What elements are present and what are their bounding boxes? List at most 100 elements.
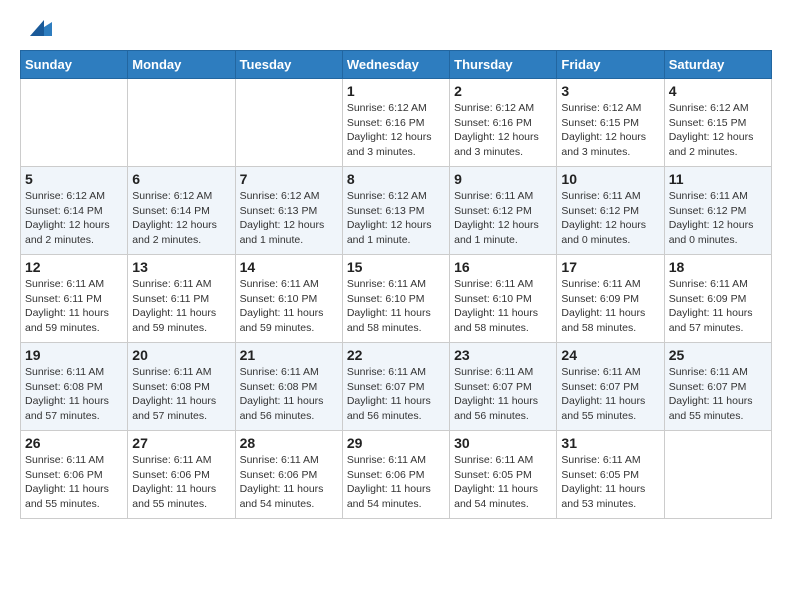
calendar-cell: 18 Sunrise: 6:11 AM Sunset: 6:09 PM Dayli… <box>664 255 771 343</box>
calendar-cell: 7 Sunrise: 6:12 AM Sunset: 6:13 PM Daylig… <box>235 167 342 255</box>
calendar-cell: 4Sunrise: 6:12 AM Sunset: 6:15 PM Daylig… <box>664 79 771 167</box>
calendar-table: SundayMondayTuesdayWednesdayThursdayFrid… <box>20 50 772 519</box>
day-info: Sunrise: 6:11 AM Sunset: 6:12 PM Dayligh… <box>561 189 659 248</box>
calendar-cell: 29Sunrise: 6:11 AM Sunset: 6:06 PM Dayli… <box>342 431 449 519</box>
calendar-cell: 30 Sunrise: 6:11 AM Sunset: 6:05 PM Dayli… <box>450 431 557 519</box>
page: SundayMondayTuesdayWednesdayThursdayFrid… <box>0 0 792 612</box>
day-number: 26 <box>25 435 123 451</box>
calendar-cell: 11 Sunrise: 6:11 AM Sunset: 6:12 PM Dayli… <box>664 167 771 255</box>
day-number: 5 <box>25 171 123 187</box>
day-info: Sunrise: 6:11 AM Sunset: 6:11 PM Dayligh… <box>132 277 230 336</box>
day-info: Sunrise: 6:11 AM Sunset: 6:07 PM Dayligh… <box>347 365 445 424</box>
weekday-header-friday: Friday <box>557 51 664 79</box>
day-info: Sunrise: 6:11 AM Sunset: 6:08 PM Dayligh… <box>132 365 230 424</box>
day-number: 16 <box>454 259 552 275</box>
day-number: 18 <box>669 259 767 275</box>
day-number: 22 <box>347 347 445 363</box>
week-row-5: 26 Sunrise: 6:11 AM Sunset: 6:06 PM Dayli… <box>21 431 772 519</box>
day-info: Sunrise: 6:11 AM Sunset: 6:08 PM Dayligh… <box>240 365 338 424</box>
day-number: 2 <box>454 83 552 99</box>
calendar-cell: 15 Sunrise: 6:11 AM Sunset: 6:10 PM Dayli… <box>342 255 449 343</box>
day-info: Sunrise: 6:11 AM Sunset: 6:06 PM Dayligh… <box>347 453 445 512</box>
calendar-cell: 31 Sunrise: 6:11 AM Sunset: 6:05 PM Dayli… <box>557 431 664 519</box>
weekday-header-tuesday: Tuesday <box>235 51 342 79</box>
day-number: 4 <box>669 83 767 99</box>
day-info: Sunrise: 6:12 AM Sunset: 6:13 PM Dayligh… <box>347 189 445 248</box>
day-info: Sunrise: 6:12 AM Sunset: 6:14 PM Dayligh… <box>25 189 123 248</box>
day-info: Sunrise: 6:11 AM Sunset: 6:10 PM Dayligh… <box>347 277 445 336</box>
day-info: Sunrise: 6:12 AM Sunset: 6:15 PM Dayligh… <box>561 101 659 160</box>
calendar-cell: 23 Sunrise: 6:11 AM Sunset: 6:07 PM Dayli… <box>450 343 557 431</box>
day-number: 7 <box>240 171 338 187</box>
calendar-cell: 28 Sunrise: 6:11 AM Sunset: 6:06 PM Dayli… <box>235 431 342 519</box>
week-row-4: 19 Sunrise: 6:11 AM Sunset: 6:08 PM Dayli… <box>21 343 772 431</box>
calendar-cell: 8 Sunrise: 6:12 AM Sunset: 6:13 PM Daylig… <box>342 167 449 255</box>
calendar-cell: 24 Sunrise: 6:11 AM Sunset: 6:07 PM Dayli… <box>557 343 664 431</box>
day-number: 23 <box>454 347 552 363</box>
day-info: Sunrise: 6:11 AM Sunset: 6:07 PM Dayligh… <box>454 365 552 424</box>
calendar-cell: 17 Sunrise: 6:11 AM Sunset: 6:09 PM Dayli… <box>557 255 664 343</box>
weekday-header-row: SundayMondayTuesdayWednesdayThursdayFrid… <box>21 51 772 79</box>
calendar-cell <box>664 431 771 519</box>
calendar-cell: 9 Sunrise: 6:11 AM Sunset: 6:12 PM Daylig… <box>450 167 557 255</box>
day-info: Sunrise: 6:12 AM Sunset: 6:13 PM Dayligh… <box>240 189 338 248</box>
week-row-2: 5 Sunrise: 6:12 AM Sunset: 6:14 PM Daylig… <box>21 167 772 255</box>
calendar-cell: 27 Sunrise: 6:11 AM Sunset: 6:06 PM Dayli… <box>128 431 235 519</box>
day-number: 13 <box>132 259 230 275</box>
calendar-cell: 1Sunrise: 6:12 AM Sunset: 6:16 PM Daylig… <box>342 79 449 167</box>
day-number: 28 <box>240 435 338 451</box>
day-info: Sunrise: 6:11 AM Sunset: 6:08 PM Dayligh… <box>25 365 123 424</box>
day-number: 3 <box>561 83 659 99</box>
day-number: 27 <box>132 435 230 451</box>
calendar-cell <box>21 79 128 167</box>
day-info: Sunrise: 6:11 AM Sunset: 6:10 PM Dayligh… <box>454 277 552 336</box>
calendar-cell: 10Sunrise: 6:11 AM Sunset: 6:12 PM Dayli… <box>557 167 664 255</box>
weekday-header-thursday: Thursday <box>450 51 557 79</box>
day-number: 20 <box>132 347 230 363</box>
day-info: Sunrise: 6:12 AM Sunset: 6:16 PM Dayligh… <box>454 101 552 160</box>
calendar-cell: 2 Sunrise: 6:12 AM Sunset: 6:16 PM Daylig… <box>450 79 557 167</box>
day-info: Sunrise: 6:11 AM Sunset: 6:05 PM Dayligh… <box>561 453 659 512</box>
calendar-cell: 26 Sunrise: 6:11 AM Sunset: 6:06 PM Dayli… <box>21 431 128 519</box>
weekday-header-wednesday: Wednesday <box>342 51 449 79</box>
calendar-cell: 3 Sunrise: 6:12 AM Sunset: 6:15 PM Daylig… <box>557 79 664 167</box>
day-number: 6 <box>132 171 230 187</box>
day-number: 21 <box>240 347 338 363</box>
day-info: Sunrise: 6:11 AM Sunset: 6:07 PM Dayligh… <box>561 365 659 424</box>
calendar-cell: 13 Sunrise: 6:11 AM Sunset: 6:11 PM Dayli… <box>128 255 235 343</box>
day-info: Sunrise: 6:11 AM Sunset: 6:09 PM Dayligh… <box>669 277 767 336</box>
day-number: 12 <box>25 259 123 275</box>
day-number: 25 <box>669 347 767 363</box>
weekday-header-saturday: Saturday <box>664 51 771 79</box>
day-number: 8 <box>347 171 445 187</box>
week-row-1: 1 Sunrise: 6:12 AM Sunset: 6:16 PM Daylig… <box>21 79 772 167</box>
day-info: Sunrise: 6:11 AM Sunset: 6:06 PM Dayligh… <box>240 453 338 512</box>
calendar-cell: 22 Sunrise: 6:11 AM Sunset: 6:07 PM Dayli… <box>342 343 449 431</box>
day-info: Sunrise: 6:11 AM Sunset: 6:05 PM Dayligh… <box>454 453 552 512</box>
day-info: Sunrise: 6:11 AM Sunset: 6:06 PM Dayligh… <box>25 453 123 512</box>
day-number: 9 <box>454 171 552 187</box>
day-info: Sunrise: 6:11 AM Sunset: 6:09 PM Dayligh… <box>561 277 659 336</box>
day-info: Sunrise: 6:11 AM Sunset: 6:12 PM Dayligh… <box>669 189 767 248</box>
day-info: Sunrise: 6:11 AM Sunset: 6:11 PM Dayligh… <box>25 277 123 336</box>
header <box>20 10 772 42</box>
day-number: 19 <box>25 347 123 363</box>
day-info: Sunrise: 6:11 AM Sunset: 6:12 PM Dayligh… <box>454 189 552 248</box>
calendar-cell: 21 Sunrise: 6:11 AM Sunset: 6:08 PM Dayli… <box>235 343 342 431</box>
day-number: 11 <box>669 171 767 187</box>
day-number: 30 <box>454 435 552 451</box>
calendar-cell <box>128 79 235 167</box>
day-number: 31 <box>561 435 659 451</box>
calendar-cell <box>235 79 342 167</box>
logo-icon <box>24 14 52 42</box>
calendar-cell: 14Sunrise: 6:11 AM Sunset: 6:10 PM Dayli… <box>235 255 342 343</box>
day-number: 15 <box>347 259 445 275</box>
day-number: 1 <box>347 83 445 99</box>
calendar-cell: 6Sunrise: 6:12 AM Sunset: 6:14 PM Daylig… <box>128 167 235 255</box>
day-number: 14 <box>240 259 338 275</box>
day-number: 24 <box>561 347 659 363</box>
calendar-cell: 5 Sunrise: 6:12 AM Sunset: 6:14 PM Daylig… <box>21 167 128 255</box>
day-number: 17 <box>561 259 659 275</box>
day-info: Sunrise: 6:11 AM Sunset: 6:06 PM Dayligh… <box>132 453 230 512</box>
calendar-cell: 16 Sunrise: 6:11 AM Sunset: 6:10 PM Dayli… <box>450 255 557 343</box>
